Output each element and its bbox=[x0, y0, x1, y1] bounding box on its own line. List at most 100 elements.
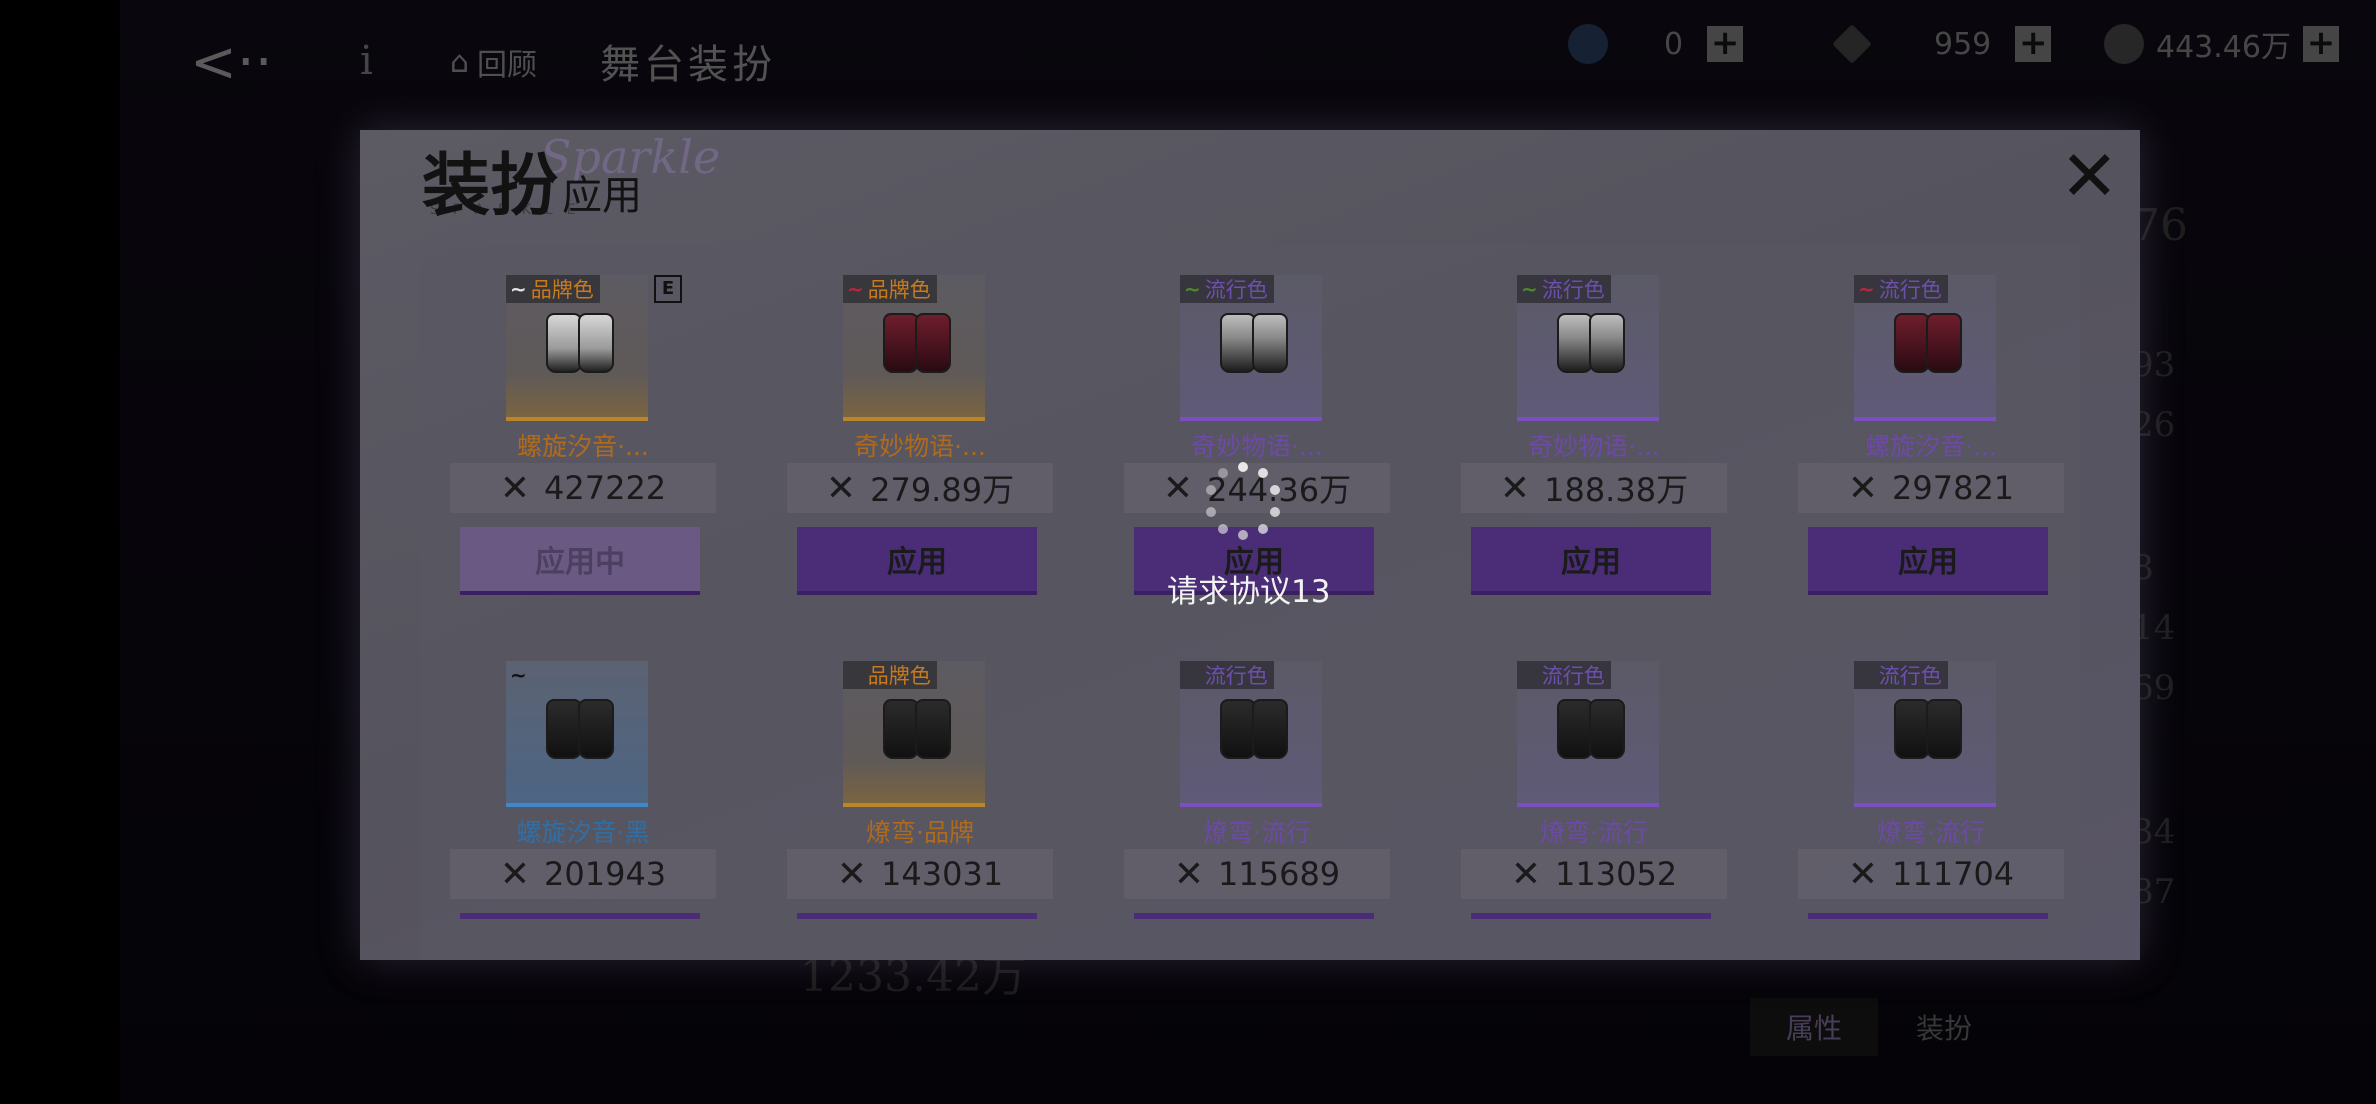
shoe-shape bbox=[1589, 313, 1625, 373]
color-tag: ∼流行色 bbox=[1854, 275, 1948, 303]
close-button[interactable]: ✕ bbox=[2060, 141, 2119, 211]
color-tag-label: 流行色 bbox=[1541, 278, 1605, 302]
apply-button[interactable] bbox=[1808, 913, 2048, 919]
apply-button[interactable]: 应用 bbox=[797, 527, 1037, 595]
color-wave-icon: ∼ bbox=[1858, 663, 1875, 687]
power-value: 427222 bbox=[544, 469, 667, 507]
shoe-shape bbox=[1220, 699, 1256, 759]
shoe-shape bbox=[1926, 313, 1962, 373]
outfit-name: 螺旋汐音·... bbox=[1865, 432, 1997, 461]
spinner-dot bbox=[1238, 530, 1248, 540]
power-value: 188.38万 bbox=[1544, 471, 1689, 509]
power-value-row: ✕ 201943 bbox=[450, 849, 716, 899]
apply-button[interactable] bbox=[1134, 913, 1374, 919]
color-wave-icon: ∼ bbox=[510, 277, 527, 301]
color-tag-label: 品牌色 bbox=[867, 278, 931, 302]
outfit-card[interactable]: ∼ 螺旋汐音·黑 ✕ 201943 bbox=[442, 631, 724, 960]
outfit-card[interactable]: ∼流行色燎弯·流行 ✕ 113052 bbox=[1453, 631, 1735, 960]
power-value-row: ✕ 188.38万 bbox=[1461, 463, 1727, 513]
shoe-shape bbox=[1557, 313, 1593, 373]
color-wave-icon: ∼ bbox=[1521, 277, 1538, 301]
apply-button[interactable] bbox=[1471, 913, 1711, 919]
shoe-shape bbox=[578, 313, 614, 373]
outfit-thumbnail[interactable]: ∼流行色 bbox=[1180, 275, 1322, 421]
shoes-icon bbox=[1890, 313, 1962, 373]
outfit-name: 螺旋汐音·黑 bbox=[516, 818, 650, 847]
outfit-card[interactable]: ∼流行色燎弯·流行 ✕ 115689 bbox=[1116, 631, 1398, 960]
shoes-icon bbox=[1553, 699, 1625, 759]
power-value-row: ✕ 143031 bbox=[787, 849, 1053, 899]
outfit-thumbnail[interactable]: ∼流行色 bbox=[1854, 275, 1996, 421]
spinner-dot bbox=[1218, 468, 1228, 479]
shoe-shape bbox=[1894, 313, 1930, 373]
crossed-swords-icon: ✕ bbox=[836, 853, 867, 895]
outfit-thumbnail[interactable]: ∼流行色 bbox=[1517, 661, 1659, 807]
power-value-row: ✕ 279.89万 bbox=[787, 463, 1053, 513]
outfit-name: 奇妙物语·... bbox=[854, 432, 986, 461]
outfit-card[interactable]: ∼ 流行色螺旋汐音·... ✕ 297821 应用 bbox=[1790, 245, 2072, 605]
apply-button[interactable] bbox=[797, 913, 1037, 919]
crossed-swords-icon: ✕ bbox=[1499, 467, 1531, 509]
crossed-swords-icon: ✕ bbox=[1162, 467, 1194, 509]
outfit-thumbnail[interactable]: ∼流行色 bbox=[1854, 661, 1996, 807]
outfit-thumbnail[interactable]: ∼品牌色 bbox=[843, 661, 985, 807]
power-value: 297821 bbox=[1892, 469, 2015, 507]
power-value: 201943 bbox=[544, 855, 667, 893]
shoe-shape bbox=[1220, 313, 1256, 373]
apply-button[interactable]: 应用 bbox=[1471, 527, 1711, 595]
outfit-thumbnail[interactable]: ∼ bbox=[506, 661, 648, 807]
color-tag: ∼流行色 bbox=[1517, 661, 1611, 689]
outfit-name: 螺旋汐音·... bbox=[517, 432, 649, 461]
crossed-swords-icon: ✕ bbox=[499, 853, 530, 895]
shoe-shape bbox=[883, 313, 919, 373]
outfit-thumbnail[interactable]: ∼ 品牌色 E bbox=[506, 275, 682, 421]
shoe-shape bbox=[1557, 699, 1593, 759]
power-value: 143031 bbox=[881, 855, 1004, 893]
spinner-dot bbox=[1257, 523, 1268, 534]
outfit-thumbnail[interactable]: ∼流行色 bbox=[1180, 661, 1322, 807]
power-value-row: ✕ 297821 bbox=[1798, 463, 2064, 513]
outfit-card[interactable]: ∼品牌色燎弯·品牌 ✕ 143031 bbox=[779, 631, 1061, 960]
outfit-card[interactable]: ∼ 品牌色 E 螺旋汐音·... ✕ 427222 应用中 bbox=[442, 245, 724, 605]
outfit-name: 燎弯·流行 bbox=[1203, 818, 1311, 847]
crossed-swords-icon: ✕ bbox=[1510, 853, 1541, 895]
spinner-dot bbox=[1257, 468, 1268, 479]
outfit-card[interactable]: ∼ 流行色 奇妙物语·... ✕ 188.38万 应用 bbox=[1453, 245, 1735, 605]
shoe-shape bbox=[546, 699, 582, 759]
shoes-icon bbox=[1216, 699, 1288, 759]
outfit-card[interactable]: ∼ 流行色 奇妙物语·... ✕ 244.36万 应用 bbox=[1116, 245, 1398, 605]
loading-spinner-icon bbox=[1200, 458, 1286, 544]
shoe-shape bbox=[1589, 699, 1625, 759]
power-value: 113052 bbox=[1555, 855, 1678, 893]
shoe-shape bbox=[883, 699, 919, 759]
power-value-row: ✕ 113052 bbox=[1461, 849, 1727, 899]
shoes-icon bbox=[1890, 699, 1962, 759]
apply-button[interactable] bbox=[460, 913, 700, 919]
outfit-thumbnail[interactable]: ∼品牌色 bbox=[843, 275, 985, 421]
shoes-icon bbox=[1216, 313, 1288, 373]
color-wave-icon: ∼ bbox=[1184, 663, 1201, 687]
spinner-dot bbox=[1205, 506, 1216, 517]
shoe-shape bbox=[1894, 699, 1930, 759]
color-wave-icon: ∼ bbox=[510, 663, 527, 687]
dialog-title-sub: 应用 bbox=[562, 173, 643, 219]
applied-button[interactable]: 应用中 bbox=[460, 527, 700, 595]
color-tag: ∼流行色 bbox=[1854, 661, 1948, 689]
power-value-row: ✕ 427222 bbox=[450, 463, 716, 513]
shoes-icon bbox=[879, 699, 951, 759]
color-tag: ∼流行色 bbox=[1180, 661, 1274, 689]
color-tag: ∼流行色 bbox=[1180, 275, 1274, 303]
spinner-dot bbox=[1205, 485, 1216, 496]
outfit-card[interactable]: ∼ 品牌色奇妙物语·... ✕ 279.89万应用 bbox=[779, 245, 1061, 605]
crossed-swords-icon: ✕ bbox=[499, 467, 530, 509]
color-wave-icon: ∼ bbox=[847, 277, 864, 301]
crossed-swords-icon: ✕ bbox=[1847, 853, 1878, 895]
color-tag-label: 流行色 bbox=[1204, 278, 1268, 302]
spinner-dot bbox=[1238, 462, 1248, 472]
outfit-card[interactable]: ∼流行色燎弯·流行 ✕ 111704 bbox=[1790, 631, 2072, 960]
outfit-thumbnail[interactable]: ∼流行色 bbox=[1517, 275, 1659, 421]
spinner-dot bbox=[1218, 523, 1228, 534]
color-tag-label: 品牌色 bbox=[530, 278, 594, 302]
outfit-apply-dialog: Sparkle SPARKLE 装扮 应用 ✕ ∼ 品牌色 E 螺旋汐音·... ✕ 427… bbox=[360, 130, 2140, 960]
apply-button[interactable]: 应用 bbox=[1808, 527, 2048, 595]
